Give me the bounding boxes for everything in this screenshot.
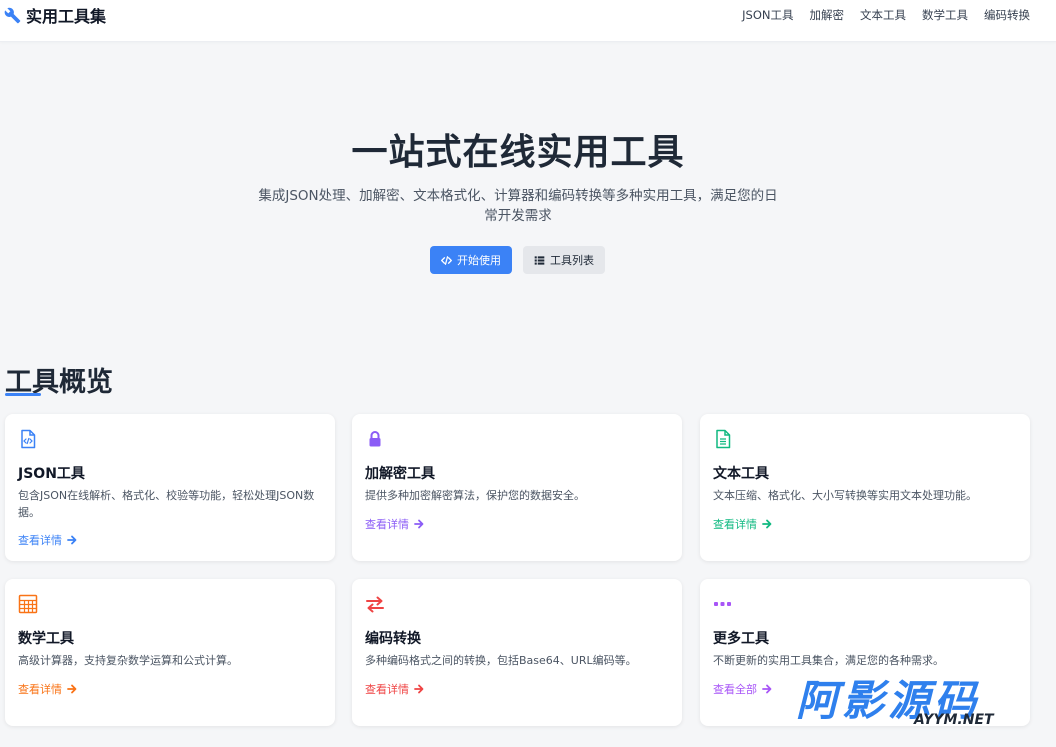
card-link-label: 查看详情 xyxy=(18,534,62,547)
card-description: 提供多种加密解密算法，保护您的数据安全。 xyxy=(365,489,585,502)
card-description: 包含JSON在线解析、格式化、校验等功能，轻松处理JSON数据。 xyxy=(18,489,315,519)
brand-title: 实用工具集 xyxy=(26,7,107,26)
code-icon xyxy=(441,255,452,265)
card-math: 数学工具 高级计算器，支持复杂数学运算和公式计算。 查看详情 xyxy=(5,579,335,726)
watermark-logo: 阿影源码 AYYM.NET xyxy=(796,678,1021,734)
arrow-right-icon xyxy=(67,535,77,545)
brand[interactable]: 实用工具集 xyxy=(4,5,107,26)
card-link[interactable]: 查看详情 xyxy=(713,516,772,532)
arrow-right-icon xyxy=(762,519,772,529)
start-button[interactable]: 开始使用 xyxy=(430,246,512,274)
wrench-icon xyxy=(4,7,21,23)
hero-subtitle: 集成JSON处理、加解密、文本格式化、计算器和编码转换等多种实用工具，满足您的日… xyxy=(258,188,778,224)
top-navbar: 实用工具集 JSON工具 加解密 文本工具 数学工具 编码转换 xyxy=(0,0,1056,42)
ellipsis-icon xyxy=(714,602,731,606)
card-title: 加解密工具 xyxy=(365,466,435,482)
nav-text[interactable]: 文本工具 xyxy=(860,7,906,23)
card-link-label: 查看详情 xyxy=(18,683,62,696)
card-json: JSON工具 包含JSON在线解析、格式化、校验等功能，轻松处理JSON数据。 … xyxy=(5,414,335,561)
card-link[interactable]: 查看详情 xyxy=(365,516,424,532)
nav-encoding[interactable]: 编码转换 xyxy=(984,7,1030,23)
hero-title: 一站式在线实用工具 xyxy=(351,132,685,173)
start-button-label: 开始使用 xyxy=(457,255,501,267)
card-link-label: 查看详情 xyxy=(713,518,757,531)
nav-crypto[interactable]: 加解密 xyxy=(810,7,845,23)
watermark-sub: AYYM.NET xyxy=(914,712,994,728)
card-description: 不断更新的实用工具集合，满足您的各种需求。 xyxy=(713,654,944,667)
card-link[interactable]: 查看全部 xyxy=(713,681,772,697)
card-crypto: 加解密工具 提供多种加密解密算法，保护您的数据安全。 查看详情 xyxy=(352,414,682,561)
nav-math[interactable]: 数学工具 xyxy=(922,7,968,23)
calculator-icon xyxy=(18,594,38,614)
card-title: JSON工具 xyxy=(18,466,85,482)
arrow-right-icon xyxy=(762,684,772,694)
file-code-icon xyxy=(21,429,36,449)
card-link[interactable]: 查看详情 xyxy=(18,532,77,548)
card-link-label: 查看详情 xyxy=(365,683,409,696)
card-title: 编码转换 xyxy=(365,631,421,647)
card-title: 更多工具 xyxy=(713,631,769,647)
card-description: 高级计算器，支持复杂数学运算和公式计算。 xyxy=(18,654,238,667)
card-encoding: 编码转换 多种编码格式之间的转换，包括Base64、URL编码等。 查看详情 xyxy=(352,579,682,726)
arrow-right-icon xyxy=(414,519,424,529)
card-title: 数学工具 xyxy=(18,631,74,647)
card-title: 文本工具 xyxy=(713,466,769,482)
card-link[interactable]: 查看详情 xyxy=(365,681,424,697)
file-text-icon xyxy=(716,429,731,449)
main-nav: JSON工具 加解密 文本工具 数学工具 编码转换 xyxy=(742,7,1030,23)
lock-icon xyxy=(369,431,381,447)
section-underline xyxy=(5,393,41,396)
card-description: 多种编码格式之间的转换，包括Base64、URL编码等。 xyxy=(365,654,637,667)
card-link[interactable]: 查看详情 xyxy=(18,681,77,697)
nav-json[interactable]: JSON工具 xyxy=(742,7,793,23)
tool-list-button-label: 工具列表 xyxy=(550,255,594,267)
card-link-label: 查看详情 xyxy=(365,518,409,531)
arrow-right-icon xyxy=(67,684,77,694)
card-text: 文本工具 文本压缩、格式化、大小写转换等实用文本处理功能。 查看详情 xyxy=(700,414,1030,561)
list-icon xyxy=(534,255,545,265)
arrow-right-icon xyxy=(414,684,424,694)
card-description: 文本压缩、格式化、大小写转换等实用文本处理功能。 xyxy=(713,489,977,502)
card-link-label: 查看全部 xyxy=(713,683,757,696)
exchange-icon xyxy=(366,596,384,613)
tool-list-button[interactable]: 工具列表 xyxy=(523,246,605,274)
